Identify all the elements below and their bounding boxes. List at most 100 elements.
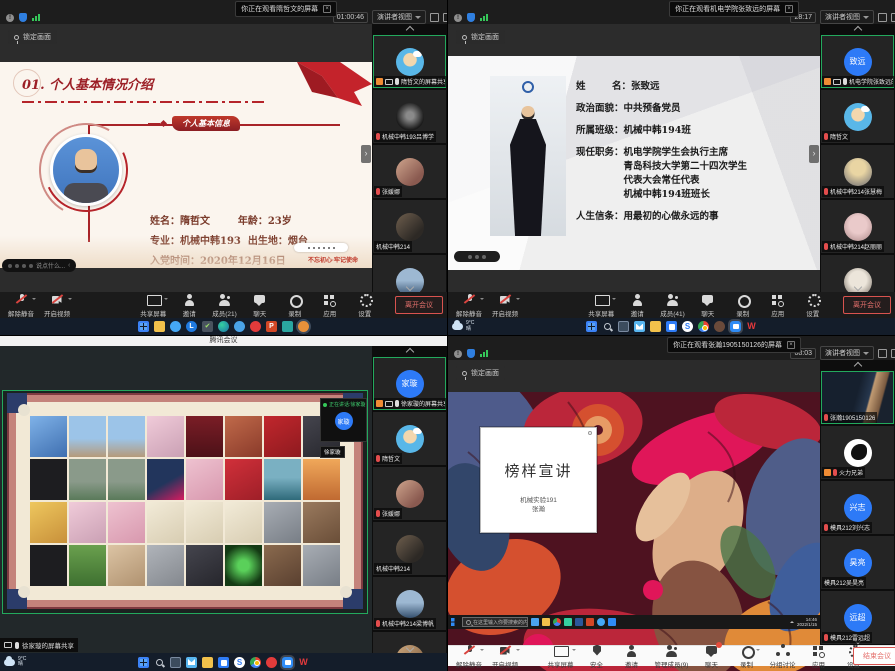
participant-tile[interactable]: 隋哲文的屏幕共享 bbox=[373, 35, 446, 88]
taskbar-app-icon[interactable] bbox=[250, 321, 261, 332]
taskbar-app-icon[interactable] bbox=[542, 618, 550, 626]
shield-icon[interactable] bbox=[467, 13, 475, 22]
chevron-up-icon[interactable] bbox=[572, 649, 576, 653]
taskbar-app-icon[interactable] bbox=[531, 618, 539, 626]
toolbar-button[interactable]: 安全 bbox=[585, 644, 609, 669]
scroll-up-icon[interactable] bbox=[853, 362, 861, 370]
taskbar-app-icon[interactable] bbox=[170, 321, 181, 332]
taskbar-app-icon[interactable] bbox=[218, 657, 229, 668]
participant-tile[interactable]: 机械中韩214张慧梅 bbox=[821, 145, 894, 198]
toolbar-button[interactable]: 成员(21) bbox=[212, 293, 237, 318]
taskbar-app-icon[interactable] bbox=[202, 321, 213, 332]
participant-tile[interactable]: 致远 机电学院张致远的屏幕共享 bbox=[821, 35, 894, 88]
taskbar-app-icon[interactable] bbox=[575, 618, 583, 626]
taskbar-app-icon[interactable] bbox=[234, 321, 245, 332]
pin-view-button[interactable]: 锁定画面 bbox=[456, 30, 505, 44]
toolbar-button[interactable]: 开启视频 bbox=[492, 644, 518, 669]
close-icon[interactable]: × bbox=[323, 5, 331, 13]
toolbar-button[interactable]: 设置 bbox=[353, 293, 377, 318]
view-mode-button[interactable]: 演讲者视图 bbox=[820, 10, 874, 24]
taskbar-app-icon[interactable] bbox=[634, 321, 645, 332]
taskbar-app-icon[interactable] bbox=[282, 321, 293, 332]
taskbar-app-icon[interactable] bbox=[730, 321, 741, 332]
weather-widget[interactable]: 9°C晴 bbox=[4, 657, 26, 668]
taskbar-app-icon[interactable] bbox=[564, 618, 572, 626]
taskbar-app-icon[interactable] bbox=[234, 657, 245, 668]
next-page-button[interactable]: › bbox=[809, 145, 819, 163]
chevron-up-icon[interactable] bbox=[480, 298, 484, 302]
taskbar-app-icon[interactable] bbox=[698, 321, 709, 332]
taskbar-app-icon[interactable] bbox=[666, 321, 677, 332]
participant-tile[interactable]: 兴志 模具212刘兴志 bbox=[821, 481, 894, 534]
toolbar-button[interactable]: 开启视频 bbox=[492, 293, 518, 318]
taskbar-app-icon[interactable] bbox=[138, 321, 149, 332]
view-mode-button[interactable]: 演讲者视图 bbox=[372, 10, 426, 24]
toolbar-button[interactable]: 共享屏幕 bbox=[140, 293, 166, 318]
taskbar-app-icon[interactable] bbox=[266, 657, 277, 668]
taskbar-app-icon[interactable] bbox=[682, 321, 693, 332]
scroll-up-icon[interactable] bbox=[853, 26, 861, 34]
chevron-up-icon[interactable] bbox=[516, 649, 520, 653]
taskbar-app-icon[interactable] bbox=[218, 321, 229, 332]
taskbar-app-icon[interactable] bbox=[586, 321, 597, 332]
participant-tile[interactable]: 机械中韩214 bbox=[373, 522, 446, 575]
chevron-up-icon[interactable] bbox=[68, 298, 72, 302]
chevron-up-icon[interactable] bbox=[756, 649, 760, 653]
close-icon[interactable]: × bbox=[785, 5, 793, 13]
taskbar-app-icon[interactable] bbox=[266, 321, 277, 332]
taskbar-app-icon[interactable] bbox=[250, 657, 261, 668]
participant-tile[interactable]: 机械中韩193吕博学 bbox=[373, 90, 446, 143]
collapse-icon[interactable]: ‹ bbox=[68, 262, 70, 269]
pin-view-button[interactable]: 锁定画面 bbox=[8, 30, 57, 44]
toolbar-button[interactable]: 录制 bbox=[283, 293, 307, 318]
search-input[interactable]: 在这里输入你要搜索的内容 bbox=[462, 617, 528, 627]
layout-icon[interactable] bbox=[891, 349, 895, 358]
toolbar-button[interactable]: 解除静音 bbox=[456, 293, 482, 318]
fullscreen-icon[interactable] bbox=[430, 13, 439, 22]
participant-tile[interactable]: 隋哲文 bbox=[373, 412, 446, 465]
toolbar-button[interactable]: 管理成员(9) bbox=[655, 644, 689, 669]
layout-icon[interactable] bbox=[443, 13, 447, 22]
chevron-up-icon[interactable] bbox=[612, 298, 616, 302]
next-page-button[interactable]: › bbox=[361, 145, 371, 163]
taskbar-app-icon[interactable] bbox=[553, 618, 561, 626]
chevron-up-icon[interactable] bbox=[32, 298, 36, 302]
participant-tile[interactable]: 张媛娜 bbox=[373, 145, 446, 198]
toolbar-button[interactable]: 邀请 bbox=[625, 293, 649, 318]
chevron-up-icon[interactable] bbox=[516, 298, 520, 302]
toolbar-button[interactable]: 解除静音 bbox=[8, 293, 34, 318]
toolbar-button[interactable]: 开启视频 bbox=[44, 293, 70, 318]
weather-widget[interactable]: 9°C晴 bbox=[452, 321, 474, 332]
taskbar-app-icon[interactable] bbox=[138, 657, 149, 668]
participant-tile[interactable]: 火力兄弟 bbox=[821, 426, 894, 479]
toolbar-button[interactable]: 应用 bbox=[806, 644, 830, 669]
close-icon[interactable]: × bbox=[787, 341, 795, 349]
info-icon[interactable]: ! bbox=[454, 14, 462, 22]
toolbar-button[interactable]: 邀请 bbox=[177, 293, 201, 318]
participant-tile[interactable]: 远超 模具212雷远超 bbox=[821, 591, 894, 644]
taskbar-app-icon[interactable] bbox=[608, 618, 616, 626]
window-title[interactable]: 腾讯会议 bbox=[0, 336, 447, 346]
shield-icon[interactable] bbox=[467, 349, 475, 358]
leave-meeting-button[interactable]: 离开会议 bbox=[395, 296, 443, 314]
participant-tile[interactable]: 机械中韩214梁博帆 bbox=[373, 577, 446, 630]
shield-icon[interactable] bbox=[19, 13, 27, 22]
chevron-up-icon[interactable] bbox=[480, 649, 484, 653]
toolbar-button[interactable]: 录制 bbox=[731, 293, 755, 318]
scroll-up-icon[interactable] bbox=[405, 348, 413, 356]
fullscreen-icon[interactable] bbox=[878, 349, 887, 358]
toolbar-button[interactable]: 应用 bbox=[766, 293, 790, 318]
taskbar-app-icon[interactable] bbox=[186, 321, 197, 332]
toolbar-button[interactable]: 聊天 bbox=[248, 293, 272, 318]
toolbar-button[interactable]: 邀请 bbox=[620, 644, 644, 669]
floating-meeting-window[interactable]: 正在讲话:徐家璇 家璇 bbox=[320, 398, 367, 442]
taskbar-app-icon[interactable] bbox=[170, 657, 181, 668]
taskbar-app-icon[interactable] bbox=[154, 321, 165, 332]
participant-tile[interactable]: 机械中韩214 bbox=[373, 200, 446, 253]
fullscreen-icon[interactable] bbox=[878, 13, 887, 22]
slide-mini-toolbar[interactable] bbox=[294, 243, 348, 252]
participant-tile[interactable]: 隋哲文 bbox=[821, 90, 894, 143]
participant-tile[interactable]: 机械中韩214赵丽丽 bbox=[821, 200, 894, 253]
taskbar-app-icon[interactable] bbox=[602, 321, 613, 332]
start-icon[interactable] bbox=[451, 618, 459, 626]
